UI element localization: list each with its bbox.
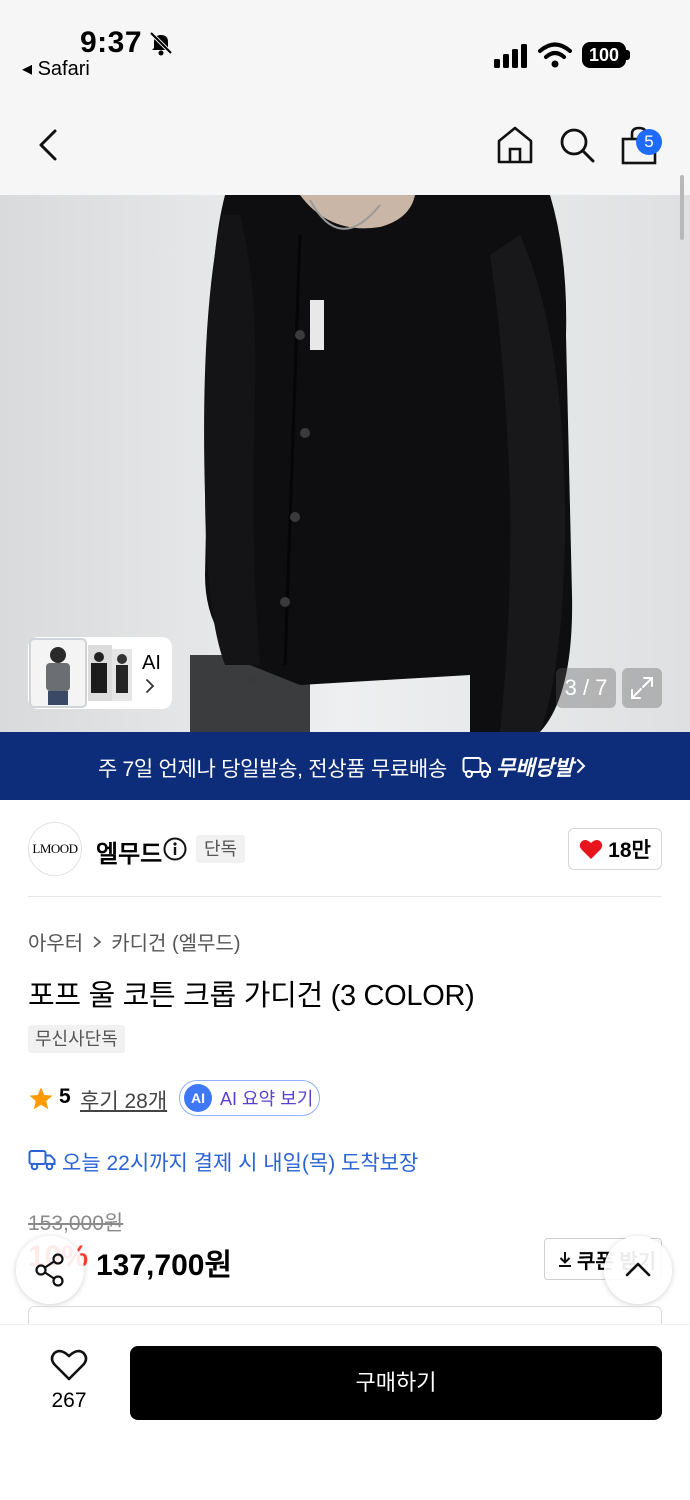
chevron-right-icon xyxy=(93,935,102,948)
breadcrumb-child[interactable]: 카디건 (엘무드) xyxy=(111,927,240,956)
ai-summary-label: AI 요약 보기 xyxy=(220,1089,314,1109)
scroll-to-top-button[interactable] xyxy=(604,1236,672,1304)
share-icon xyxy=(35,1253,64,1287)
chevron-right-icon xyxy=(577,759,586,773)
star-icon xyxy=(29,1087,53,1110)
share-button[interactable] xyxy=(16,1236,84,1304)
status-bar: 9:37 ◂ Safari 100 xyxy=(0,0,690,95)
styling-thumbnails xyxy=(29,638,132,708)
product-title: 포프 울 코튼 크롭 가디건 (3 COLOR) xyxy=(28,980,475,1012)
free-shipping-logo-text: 무배당발 xyxy=(496,757,574,780)
ai-label: AI xyxy=(142,652,161,674)
download-icon xyxy=(559,1252,571,1267)
battery-indicator: 100 xyxy=(582,42,630,68)
cellular-signal-icon xyxy=(494,44,527,68)
brand-like-count: 18만 xyxy=(608,839,651,862)
battery-tip xyxy=(626,50,630,60)
battery-level: 100 xyxy=(582,42,626,68)
brand-name[interactable]: 엘무드 xyxy=(96,834,162,869)
shipping-banner[interactable]: 주 7일 언제나 당일발송, 전상품 무료배송 무배당발 xyxy=(0,732,690,800)
delivery-truck-icon xyxy=(462,757,491,778)
wish-count: 267 xyxy=(51,1389,87,1412)
brand-logo[interactable]: LMOOD xyxy=(28,822,82,876)
wifi-icon xyxy=(538,42,572,68)
buy-button[interactable]: 구매하기 xyxy=(130,1346,662,1420)
brand-like-button[interactable]: 18만 xyxy=(568,828,662,870)
breadcrumb: 아우터 카디건 (엘무드) xyxy=(28,927,240,956)
reviews-link[interactable]: 후기 28개 xyxy=(80,1085,167,1115)
back-icon[interactable] xyxy=(27,123,71,167)
expand-icon[interactable] xyxy=(622,668,662,708)
back-to-safari-link[interactable]: ◂ Safari xyxy=(22,56,90,81)
image-page-indicator: 3 / 7 xyxy=(556,668,616,708)
banner-text: 주 7일 언제나 당일발송, 전상품 무료배송 xyxy=(98,758,447,781)
cart-count-badge: 5 xyxy=(636,129,662,155)
home-icon[interactable] xyxy=(493,123,537,167)
ai-badge-icon: AI xyxy=(184,1084,212,1112)
chevron-up-icon xyxy=(625,1262,651,1277)
ai-summary-button[interactable]: AI AI 요약 보기 xyxy=(179,1080,320,1116)
heart-filled-icon xyxy=(579,840,603,859)
exclusive-badge: 단독 xyxy=(196,835,246,863)
delivery-truck-icon xyxy=(28,1150,56,1171)
silent-mode-icon xyxy=(149,31,173,56)
clock-time: 9:37 xyxy=(80,26,143,59)
original-price: 153,000원 xyxy=(28,1212,124,1235)
page-scrollbar[interactable] xyxy=(680,175,684,240)
navigation-bar xyxy=(0,95,690,195)
sale-price: 137,700원 xyxy=(96,1249,233,1282)
chevron-right-icon xyxy=(146,679,155,693)
musinsa-exclusive-badge: 무신사단독 xyxy=(28,1025,125,1053)
rating-value: 5 xyxy=(59,1085,71,1108)
heart-outline-icon[interactable] xyxy=(50,1348,88,1382)
info-icon[interactable] xyxy=(162,836,188,862)
search-icon[interactable] xyxy=(555,123,599,167)
divider xyxy=(28,896,662,897)
breadcrumb-parent[interactable]: 아우터 xyxy=(28,927,83,956)
free-shipping-logo: 무배당발 xyxy=(462,753,573,781)
delivery-guarantee-text: 오늘 22시까지 결제 시 내일(목) 도착보장 xyxy=(62,1152,419,1175)
